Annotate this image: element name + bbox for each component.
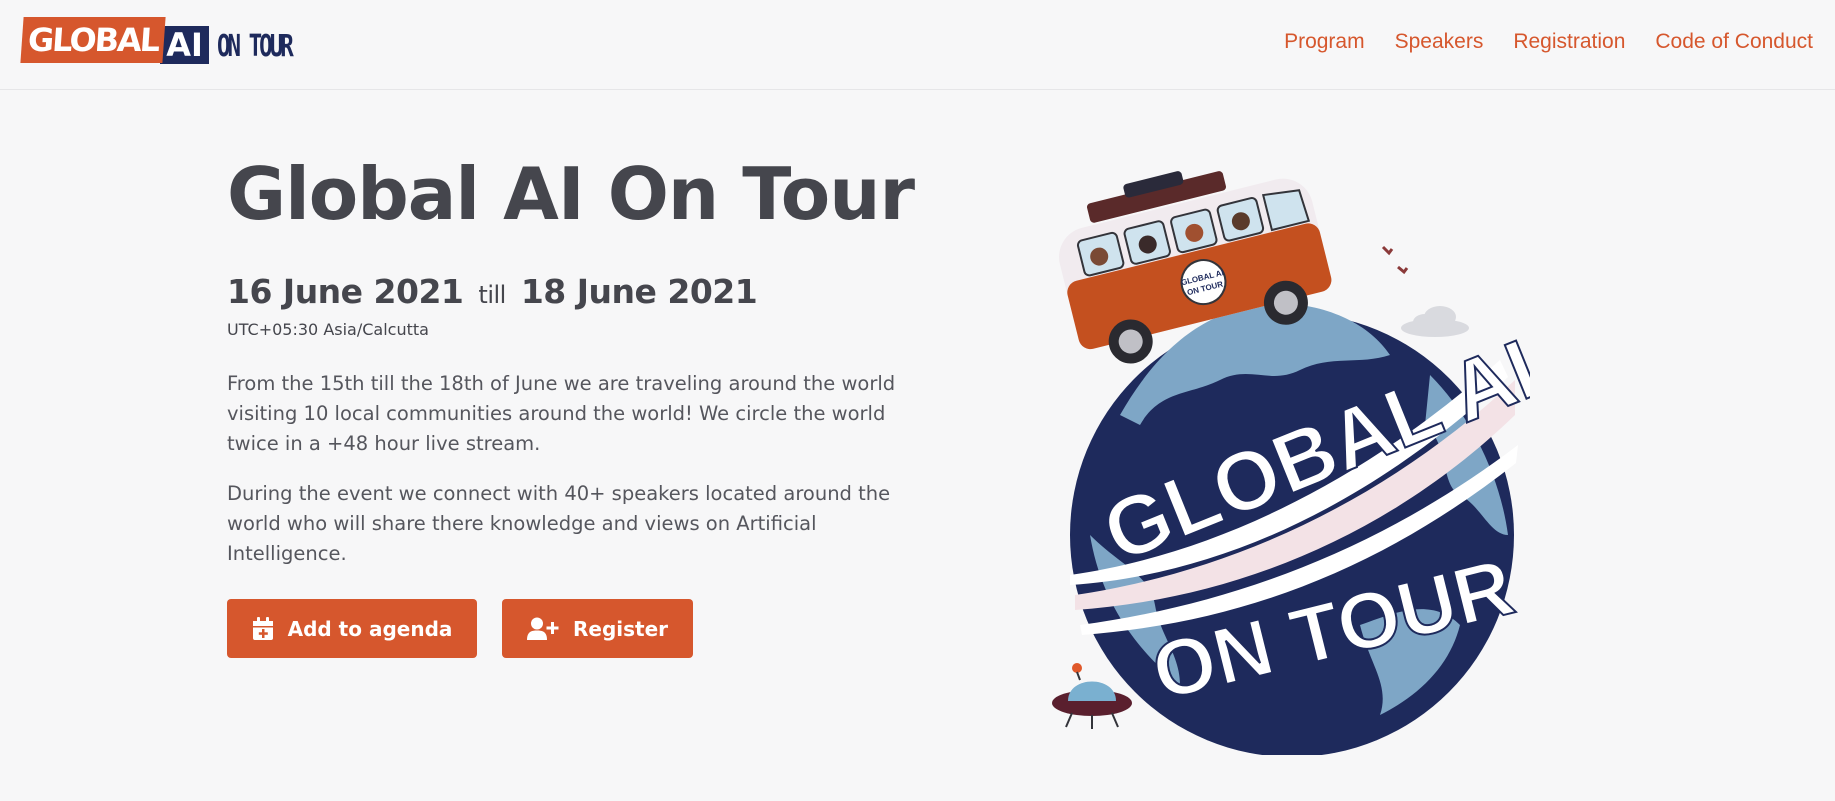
nav-link-code-of-conduct[interactable]: Code of Conduct <box>1655 30 1813 54</box>
register-button[interactable]: Register <box>502 599 693 658</box>
calendar-plus-icon <box>252 616 273 640</box>
end-date: 18 June 2021 <box>520 272 758 311</box>
intro-paragraph: From the 15th till the 18th of June we a… <box>227 372 896 455</box>
cloud-icon <box>1401 306 1469 337</box>
navbar: GLOBAL AI ON TOUR Program Speakers Regis… <box>0 0 1835 90</box>
start-date: 16 June 2021 <box>227 272 464 311</box>
add-to-agenda-label: Add to agenda <box>287 616 453 641</box>
nav-link-program[interactable]: Program <box>1284 30 1365 54</box>
globe-van-illustration: GLOBAL AI ON TOUR GLOBAL AI ON TOUR <box>1052 171 1530 755</box>
logo-global-text: GLOBAL <box>20 17 166 63</box>
logo-on-tour-text: ON TOUR <box>216 28 294 64</box>
speakers-paragraph: During the event we connect with 40+ spe… <box>227 482 891 565</box>
register-label: Register <box>572 616 669 641</box>
till-label: till <box>478 281 506 309</box>
event-dates: 16 June 2021 till 18 June 2021 <box>227 272 758 311</box>
globe-icon: GLOBAL AI ON TOUR <box>1070 303 1530 755</box>
timezone-label: UTC+05:30 Asia/Calcutta <box>227 320 429 339</box>
user-plus-icon <box>526 617 559 640</box>
nav-link-registration[interactable]: Registration <box>1513 30 1625 54</box>
nav-link-speakers[interactable]: Speakers <box>1395 30 1484 54</box>
page-title: Global AI On Tour <box>227 152 915 236</box>
logo-ai-text: AI <box>160 26 209 64</box>
main-nav: Program Speakers Registration Code of Co… <box>1284 30 1813 54</box>
bird-icon <box>1381 245 1409 275</box>
global-ai-logo[interactable]: GLOBAL AI ON TOUR <box>20 16 315 64</box>
add-to-agenda-button[interactable]: Add to agenda <box>227 599 477 658</box>
